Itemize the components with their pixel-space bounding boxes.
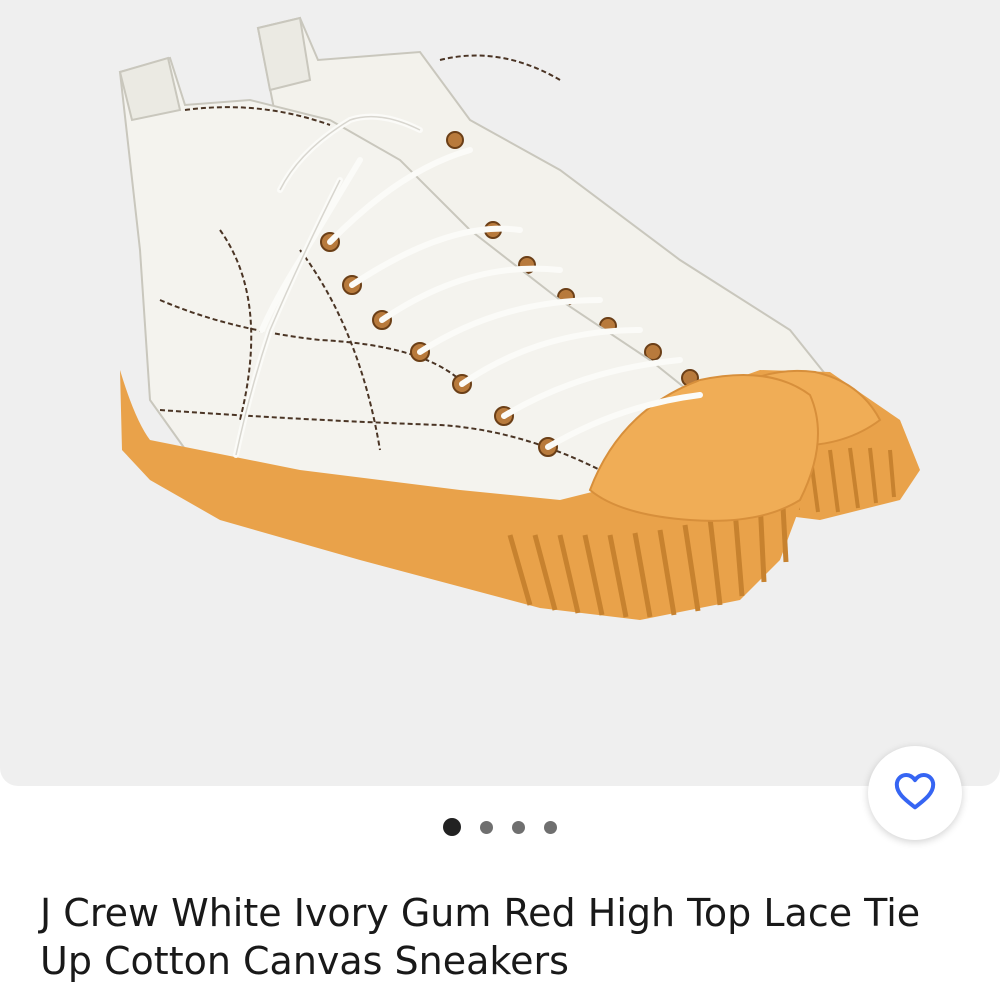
pagination-dot-3[interactable] xyxy=(512,820,525,834)
pagination-dot-2[interactable] xyxy=(480,820,493,834)
pagination-dot-4[interactable] xyxy=(544,820,557,834)
product-title: J Crew White Ivory Gum Red High Top Lace… xyxy=(40,891,921,983)
product-image-panel[interactable] xyxy=(0,0,1000,786)
image-pagination xyxy=(0,817,1000,837)
pagination-dot-1[interactable] xyxy=(443,818,461,836)
heart-icon xyxy=(893,771,937,815)
product-image xyxy=(118,16,920,620)
